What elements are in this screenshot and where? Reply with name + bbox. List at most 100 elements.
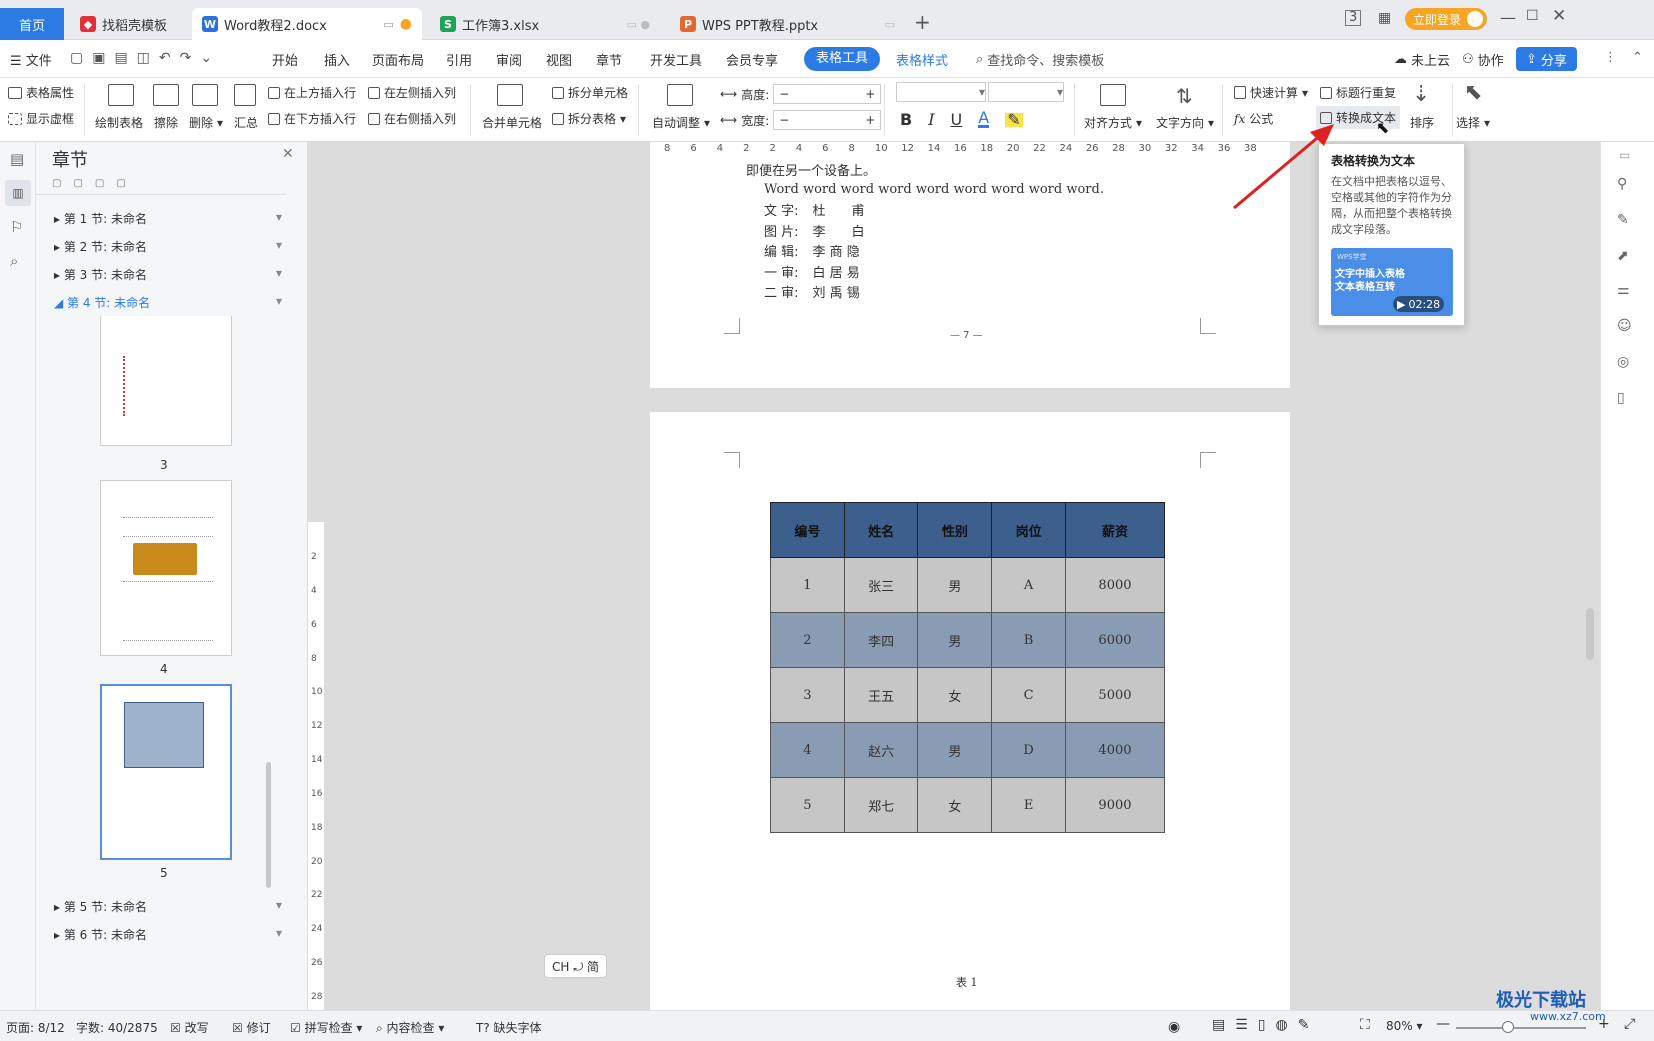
fullscreen-icon[interactable]: ⤢ xyxy=(1624,1016,1635,1032)
menu-start[interactable]: 开始 xyxy=(272,50,298,69)
insert-below-button[interactable]: 在下方插入行 xyxy=(268,110,356,127)
table-cell[interactable]: 男 xyxy=(917,557,993,613)
table-cell[interactable]: 3 xyxy=(770,667,845,723)
page-thumbnail-5[interactable] xyxy=(100,684,232,860)
table-cell[interactable]: A xyxy=(991,557,1066,613)
section-item-6[interactable]: ▸ 第 6 节: 未命名 xyxy=(54,926,147,943)
horizontal-ruler[interactable]: 8 6 4 2 2 4 6 8 10 12 14 16 18 20 22 24 26 28 30 32 34 36 38 xyxy=(650,142,1290,158)
robot-icon[interactable]: ☺ xyxy=(1617,318,1632,334)
draw-table-button[interactable]: 绘制表格 xyxy=(95,114,143,131)
table-header-cell[interactable]: 编号 xyxy=(770,502,845,558)
chevron-down-icon[interactable]: ▾ xyxy=(276,210,282,224)
collab-button[interactable]: ⚇ 协作 xyxy=(1462,50,1504,69)
quick-access-icons[interactable]: ▢▣▤◫↶↷⌄ xyxy=(70,50,221,66)
page-thumbnail-3[interactable] xyxy=(100,316,232,446)
highlight-icon[interactable]: ✎ xyxy=(1005,111,1023,127)
table-header-cell[interactable]: 岗位 xyxy=(991,502,1066,558)
insert-right-button[interactable]: 在右侧插入列 xyxy=(368,110,456,127)
section-item-1[interactable]: ▸ 第 1 节: 未命名 xyxy=(54,210,147,227)
view-mode-icons[interactable]: ▤☰▯◍✎ xyxy=(1212,1017,1319,1033)
spell-check-button[interactable]: ☑ 拼写检查 ▾ xyxy=(290,1019,362,1036)
menu-chapter[interactable]: 章节 xyxy=(596,50,622,69)
tab-xlsx[interactable]: S 工作簿3.xlsx ▭ ● xyxy=(430,8,660,40)
menu-insert[interactable]: 插入 xyxy=(324,50,350,69)
section-item-4[interactable]: ◢ 第 4 节: 未命名 xyxy=(54,294,150,311)
font-size-select[interactable]: ▾ xyxy=(988,82,1064,102)
table-cell[interactable]: 4000 xyxy=(1064,722,1166,778)
font-color-icon[interactable]: A xyxy=(978,110,990,128)
new-tab-icon[interactable]: + xyxy=(914,10,931,34)
delete-button[interactable]: 删除 ▾ xyxy=(189,114,223,131)
auto-adjust-button[interactable]: 自动调整 ▾ xyxy=(652,114,710,131)
table-cell[interactable]: 5000 xyxy=(1064,667,1166,723)
menu-file[interactable]: ☰ 文件 xyxy=(10,50,52,69)
tab-home[interactable]: 首页 xyxy=(0,8,64,40)
page-indicator[interactable]: 页面: 8/12 xyxy=(6,1019,65,1036)
expand-icon[interactable]: ▭ xyxy=(1619,148,1630,162)
share-button[interactable]: ⇪ 分享 xyxy=(1516,47,1577,71)
book-icon[interactable]: ▯ xyxy=(1617,390,1625,406)
missing-font-button[interactable]: T? 缺失字体 xyxy=(476,1019,542,1036)
sort-button[interactable]: 排序 xyxy=(1410,114,1434,131)
eye-icon[interactable]: ◉ xyxy=(1168,1019,1180,1035)
text-direction-button[interactable]: 文字方向 ▾ xyxy=(1156,114,1214,131)
table-cell[interactable]: 王五 xyxy=(843,667,919,723)
table-cell[interactable]: 男 xyxy=(917,612,993,668)
chevron-down-icon[interactable]: ▾ xyxy=(276,266,282,280)
table-cell[interactable]: 李四 xyxy=(843,612,919,668)
section-item-2[interactable]: ▸ 第 2 节: 未命名 xyxy=(54,238,147,255)
vertical-scrollbar[interactable] xyxy=(1586,608,1594,660)
align-button[interactable]: 对齐方式 ▾ xyxy=(1084,114,1142,131)
section-item-3[interactable]: ▸ 第 3 节: 未命名 xyxy=(54,266,147,283)
menu-page-layout[interactable]: 页面布局 xyxy=(372,50,424,69)
page-thumbnail-4[interactable] xyxy=(100,480,232,656)
select-button[interactable]: 选择 ▾ xyxy=(1456,114,1490,131)
table-cell[interactable]: 张三 xyxy=(843,557,919,613)
table-cell[interactable]: E xyxy=(991,777,1066,833)
close-icon[interactable]: ✕ xyxy=(282,146,294,162)
zoom-slider[interactable] xyxy=(1456,1027,1586,1029)
quick-calc-button[interactable]: 快速计算 ▾ xyxy=(1234,84,1308,101)
pin-icon[interactable]: ⚲ xyxy=(1617,176,1627,192)
insert-left-button[interactable]: 在左侧插入列 xyxy=(368,84,456,101)
table-cell[interactable]: 赵六 xyxy=(843,722,919,778)
chevron-down-icon[interactable]: ▾ xyxy=(276,294,282,308)
height-stepper[interactable]: − + xyxy=(773,84,882,104)
summary-button[interactable]: 汇总 xyxy=(234,114,258,131)
chevron-down-icon[interactable]: ▾ xyxy=(276,926,282,940)
tutorial-video[interactable]: WPS学堂 文字中插入表格 文本表格互转 ▶ 02:28 xyxy=(1331,248,1453,316)
window-icon[interactable]: ▭ ● xyxy=(627,18,651,31)
table-cell[interactable]: 9000 xyxy=(1064,777,1166,833)
maximize-icon[interactable]: ☐ xyxy=(1526,8,1539,24)
merge-cells-button[interactable]: 合并单元格 xyxy=(482,114,542,131)
more-icon[interactable]: ⋮ xyxy=(1604,50,1617,65)
zoom-slider-handle[interactable] xyxy=(1502,1021,1514,1033)
minimize-icon[interactable]: — xyxy=(1500,8,1516,27)
underline-icon[interactable]: U xyxy=(951,110,963,129)
table-cell[interactable]: 2 xyxy=(770,612,845,668)
menu-view[interactable]: 视图 xyxy=(546,50,572,69)
show-grid-button[interactable]: 显示虚框 xyxy=(8,110,74,127)
chapter-nav-icon[interactable]: ▥ xyxy=(5,180,31,206)
command-search[interactable]: ⌕ 查找命令、搜索模板 xyxy=(976,50,1104,69)
table-cell[interactable]: 5 xyxy=(770,777,845,833)
layout-icon[interactable]: 3 xyxy=(1345,10,1362,26)
outline-icon[interactable]: ▤ xyxy=(10,150,24,168)
zoom-out-icon[interactable]: — xyxy=(1436,1016,1450,1032)
content-check-button[interactable]: ⌕ 内容检查 ▾ xyxy=(376,1019,444,1036)
tab-templates[interactable]: ◆ 找稻壳模板 xyxy=(70,8,188,40)
table-header-cell[interactable]: 姓名 xyxy=(843,502,919,558)
ime-indicator[interactable]: CH ⤾ 简 xyxy=(544,954,608,978)
table-cell[interactable]: 女 xyxy=(917,777,993,833)
menu-dev-tools[interactable]: 开发工具 xyxy=(650,50,702,69)
sliders-icon[interactable]: ⚌ xyxy=(1617,282,1630,298)
search-icon[interactable]: ⌕ xyxy=(10,252,18,270)
grid-apps-icon[interactable]: ▦ xyxy=(1378,10,1391,26)
close-window-icon[interactable]: ✕ xyxy=(1552,6,1566,26)
menu-review[interactable]: 审阅 xyxy=(496,50,522,69)
panel-scrollbar[interactable] xyxy=(266,762,271,888)
chevron-down-icon[interactable]: ▾ xyxy=(276,898,282,912)
table-cell[interactable]: 8000 xyxy=(1064,557,1166,613)
erase-button[interactable]: 擦除 xyxy=(154,114,178,131)
table-cell[interactable]: 6000 xyxy=(1064,612,1166,668)
